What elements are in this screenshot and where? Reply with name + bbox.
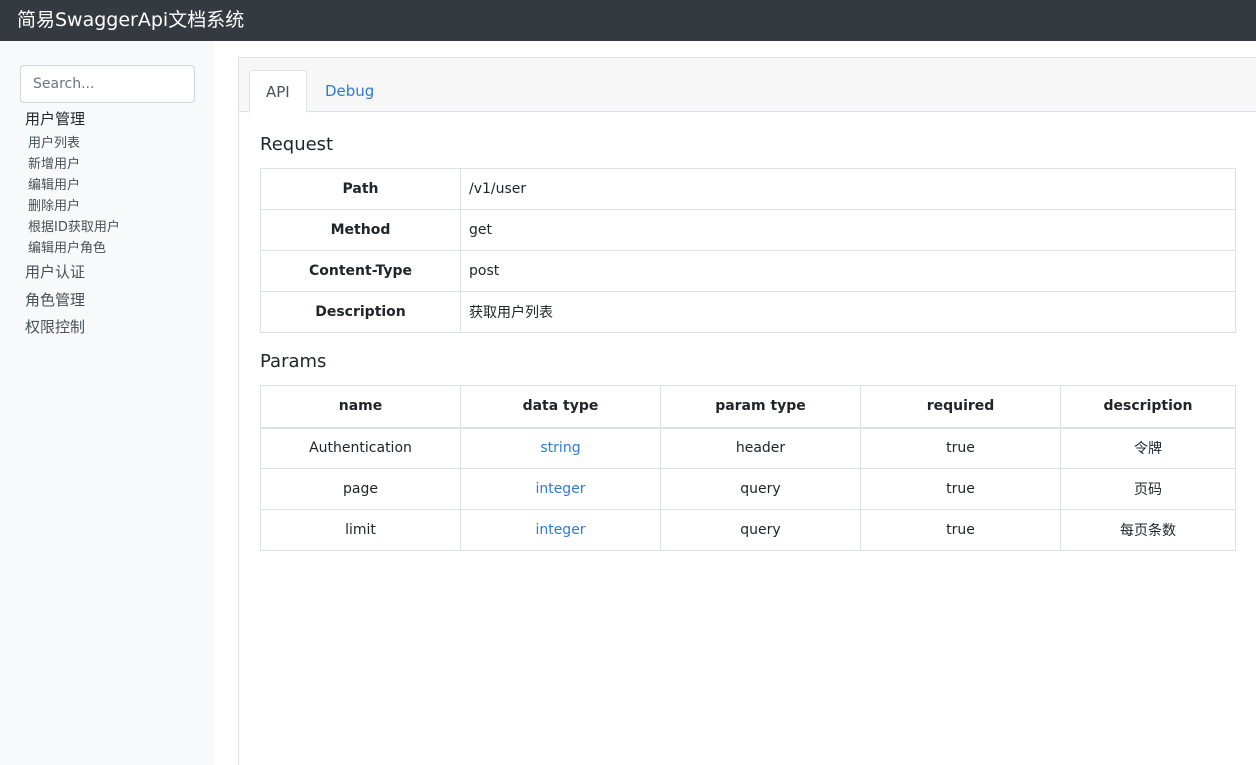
param-required: true: [860, 468, 1061, 510]
param-data-type-link[interactable]: integer: [460, 509, 661, 551]
column-header: data type: [460, 385, 661, 429]
app-title-bar: 简易SwaggerApi文档系统: [0, 0, 1256, 41]
param-type: header: [660, 427, 861, 469]
param-required: true: [860, 427, 1061, 469]
param-name: page: [260, 468, 461, 510]
app-title: 简易SwaggerApi文档系统: [17, 9, 245, 31]
param-name: Authentication: [260, 427, 461, 469]
main-panel: API Debug Request Path /v1/user Method g…: [238, 57, 1256, 765]
column-header: name: [260, 385, 461, 429]
table-row: limit integer query true 每页条数: [260, 509, 1236, 551]
request-key: Path: [260, 168, 461, 210]
table-row: Authentication string header true 令牌: [260, 427, 1236, 469]
table-row: Path /v1/user: [260, 168, 1236, 210]
param-required: true: [860, 509, 1061, 551]
param-data-type-link[interactable]: integer: [460, 468, 661, 510]
table-row: Content-Type post: [260, 250, 1236, 292]
search-input[interactable]: [20, 65, 195, 103]
table-row: page integer query true 页码: [260, 468, 1236, 510]
table-row: Description 获取用户列表: [260, 291, 1236, 333]
tab-bar: API Debug: [239, 58, 1256, 113]
request-table: Path /v1/user Method get Content-Type po…: [260, 168, 1236, 333]
params-heading: Params: [260, 351, 327, 372]
request-value: get: [460, 209, 1236, 251]
sidebar-item-user-list[interactable]: 用户列表: [28, 132, 80, 151]
sidebar-item-edit-user-role[interactable]: 编辑用户角色: [28, 237, 106, 256]
sidebar-group-permission-control[interactable]: 权限控制: [25, 316, 85, 337]
sidebar-item-delete-user[interactable]: 删除用户: [28, 195, 80, 214]
request-heading: Request: [260, 134, 334, 155]
param-description: 令牌: [1060, 427, 1236, 469]
param-type: query: [660, 468, 861, 510]
column-header: param type: [660, 385, 861, 429]
sidebar-item-get-user-by-id[interactable]: 根据ID获取用户: [28, 216, 120, 235]
sidebar-group-user-auth[interactable]: 用户认证: [25, 261, 85, 282]
param-data-type-link[interactable]: string: [460, 427, 661, 469]
params-table: name data type param type required descr…: [260, 385, 1236, 551]
column-header: required: [860, 385, 1061, 429]
sidebar: 用户管理 用户列表 新增用户 编辑用户 删除用户 根据ID获取用户 编辑用户角色…: [0, 41, 214, 765]
sidebar-group-role-management[interactable]: 角色管理: [25, 289, 85, 310]
param-description: 每页条数: [1060, 509, 1236, 551]
sidebar-item-edit-user[interactable]: 编辑用户: [28, 174, 80, 193]
request-key: Method: [260, 209, 461, 251]
table-row: Method get: [260, 209, 1236, 251]
request-value: 获取用户列表: [460, 291, 1236, 333]
request-key: Content-Type: [260, 250, 461, 292]
tab-debug[interactable]: Debug: [309, 70, 390, 112]
request-key: Description: [260, 291, 461, 333]
tab-api[interactable]: API: [249, 70, 307, 113]
param-type: query: [660, 509, 861, 551]
table-header-row: name data type param type required descr…: [260, 385, 1236, 429]
param-name: limit: [260, 509, 461, 551]
sidebar-item-add-user[interactable]: 新增用户: [28, 153, 80, 172]
param-description: 页码: [1060, 468, 1236, 510]
request-value: /v1/user: [460, 168, 1236, 210]
request-value: post: [460, 250, 1236, 292]
column-header: description: [1060, 385, 1236, 429]
sidebar-group-user-management[interactable]: 用户管理: [25, 108, 85, 129]
